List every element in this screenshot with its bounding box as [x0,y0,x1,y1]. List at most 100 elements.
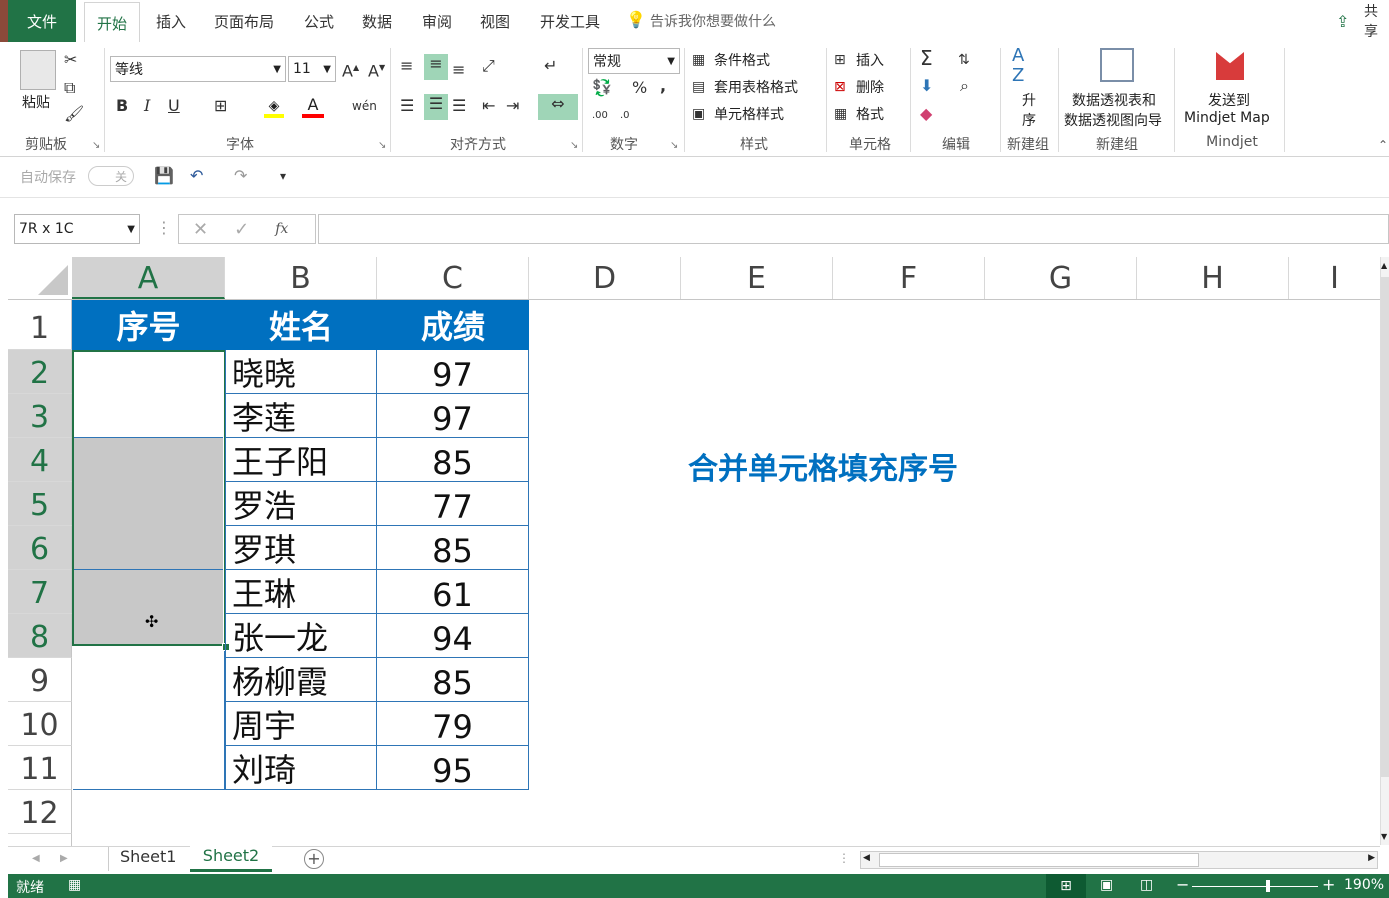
column-header-d[interactable]: D [529,257,681,299]
percent-button[interactable]: % [632,78,647,98]
undo-icon[interactable]: ↶ [190,166,203,186]
decrease-font-icon[interactable]: A▼ [368,58,385,81]
scroll-down-icon[interactable]: ▼ [1381,832,1387,841]
name-cell[interactable]: 罗浩 [225,482,377,526]
save-icon[interactable]: 💾 [154,166,174,186]
share-icon[interactable]: ⇪ [1336,12,1349,31]
insert-function-button[interactable]: fx [275,221,288,237]
mindjet-icon[interactable] [1216,52,1244,80]
tab-developer[interactable]: 开发工具 [540,0,600,42]
page-layout-view-icon[interactable]: ▣ [1100,877,1113,893]
fill-color-icon[interactable]: ◈ [264,98,284,118]
format-as-table-button[interactable]: 套用表格格式 [714,77,798,97]
tab-file[interactable]: 文件 [8,0,76,42]
row-header-9[interactable]: 9 [8,658,72,702]
header-cell-no[interactable]: 序号 [72,300,225,350]
sheet-tab-sheet1[interactable]: Sheet1 [120,847,176,866]
row-header-2[interactable]: 2 [8,350,72,394]
align-right-icon[interactable]: ☰ [452,96,466,116]
currency-icon[interactable]: 💱 [592,78,612,98]
sort-ascending-icon[interactable]: AZ [1012,46,1024,86]
score-cell[interactable]: 85 [377,658,529,702]
number-format-select[interactable]: 常规 ▼ [588,48,680,74]
horizontal-scrollbar[interactable]: ◀ ▶ [860,851,1378,869]
row-header-12[interactable]: 12 [8,790,72,834]
redo-icon[interactable]: ↷ [234,166,247,186]
customize-qat-icon[interactable]: ▾ [280,166,286,186]
header-cell-score[interactable]: 成绩 [377,300,529,350]
insert-cells-button[interactable]: 插入 [856,50,884,70]
font-size-select[interactable]: 11 ▼ [288,56,336,82]
tab-view[interactable]: 视图 [480,0,510,42]
row-header-11[interactable]: 11 [8,746,72,790]
score-cell[interactable]: 95 [377,746,529,790]
zoom-level[interactable]: 190% [1344,877,1384,893]
score-cell[interactable]: 79 [377,702,529,746]
score-cell[interactable]: 94 [377,614,529,658]
add-sheet-icon[interactable]: + [304,849,324,869]
mindjet-line1[interactable]: 发送到 [1208,90,1250,110]
scroll-up-icon[interactable]: ▲ [1381,261,1387,270]
collapse-ribbon-icon[interactable]: ⌃ [1378,138,1388,152]
decrease-indent-icon[interactable]: ⇤ [482,96,495,116]
column-header-i[interactable]: I [1289,257,1380,299]
name-cell[interactable]: 王琳 [225,570,377,614]
row-header-3[interactable]: 3 [8,394,72,438]
enter-icon[interactable]: ✓ [234,219,249,240]
score-cell[interactable]: 77 [377,482,529,526]
format-painter-icon[interactable]: 🖌 [64,104,84,124]
autosum-icon[interactable]: Σ [920,48,933,68]
column-header-c[interactable]: C [377,257,529,299]
dialog-launcher-icon[interactable]: ↘ [570,140,578,151]
sort-line2[interactable]: 序 [1022,110,1036,130]
header-cell-name[interactable]: 姓名 [225,300,377,350]
column-header-f[interactable]: F [833,257,985,299]
italic-button[interactable]: I [144,96,150,116]
paste-icon[interactable] [20,50,56,90]
cut-icon[interactable]: ✂ [64,50,77,70]
increase-indent-icon[interactable]: ⇥ [506,96,519,116]
zoom-slider-thumb[interactable] [1266,880,1270,892]
zoom-out-icon[interactable]: − [1176,875,1189,894]
prev-sheet-icon[interactable]: ◀ [32,853,40,864]
select-all-button[interactable] [8,257,72,299]
dialog-launcher-icon[interactable]: ↘ [92,140,100,151]
macro-record-icon[interactable]: ▦ [68,877,81,893]
increase-decimal-icon[interactable]: .00 [592,106,608,126]
autosave-toggle[interactable]: 关 [88,166,134,186]
font-name-select[interactable]: 等线 ▼ [110,56,286,82]
tab-home[interactable]: 开始 [84,2,141,44]
sheet-tab-sheet2[interactable]: Sheet2 [190,846,272,872]
formula-input[interactable] [318,214,1389,244]
tab-review[interactable]: 审阅 [422,0,452,42]
row-header-4[interactable]: 4 [8,438,72,482]
name-cell[interactable]: 晓晓 [225,350,377,394]
cancel-icon[interactable]: ✕ [193,219,208,240]
wrap-text-icon[interactable]: ↵ [544,56,557,76]
scroll-right-icon[interactable]: ▶ [1368,853,1375,863]
zoom-in-icon[interactable]: + [1322,875,1335,894]
name-cell[interactable]: 张一龙 [225,614,377,658]
pivot-line1[interactable]: 数据透视表和 [1072,90,1156,110]
dialog-launcher-icon[interactable]: ↘ [670,140,678,151]
dialog-launcher-icon[interactable]: ↘ [378,140,386,151]
row-header-1[interactable]: 1 [8,300,72,350]
pivot-line2[interactable]: 数据透视图向导 [1064,110,1162,130]
row-header-5[interactable]: 5 [8,482,72,526]
increase-font-icon[interactable]: A▲ [342,58,359,81]
column-header-h[interactable]: H [1137,257,1289,299]
bold-button[interactable]: B [116,96,128,116]
tell-me-search[interactable]: 告诉我你想要做什么 [650,0,776,42]
font-color-icon[interactable]: A [302,96,324,118]
scroll-thumb[interactable] [1381,277,1389,777]
name-cell[interactable]: 王子阳 [225,438,377,482]
column-header-e[interactable]: E [681,257,833,299]
phonetic-icon[interactable]: wén [352,96,377,116]
row-header-6[interactable]: 6 [8,526,72,570]
name-cell[interactable]: 周宇 [225,702,377,746]
vertical-scrollbar[interactable]: ▲ ▼ [1380,257,1389,845]
merge-center-icon[interactable]: ⇔ [538,94,578,120]
column-header-g[interactable]: G [985,257,1137,299]
align-center-icon[interactable]: ☰ [424,94,448,120]
score-cell[interactable]: 85 [377,526,529,570]
